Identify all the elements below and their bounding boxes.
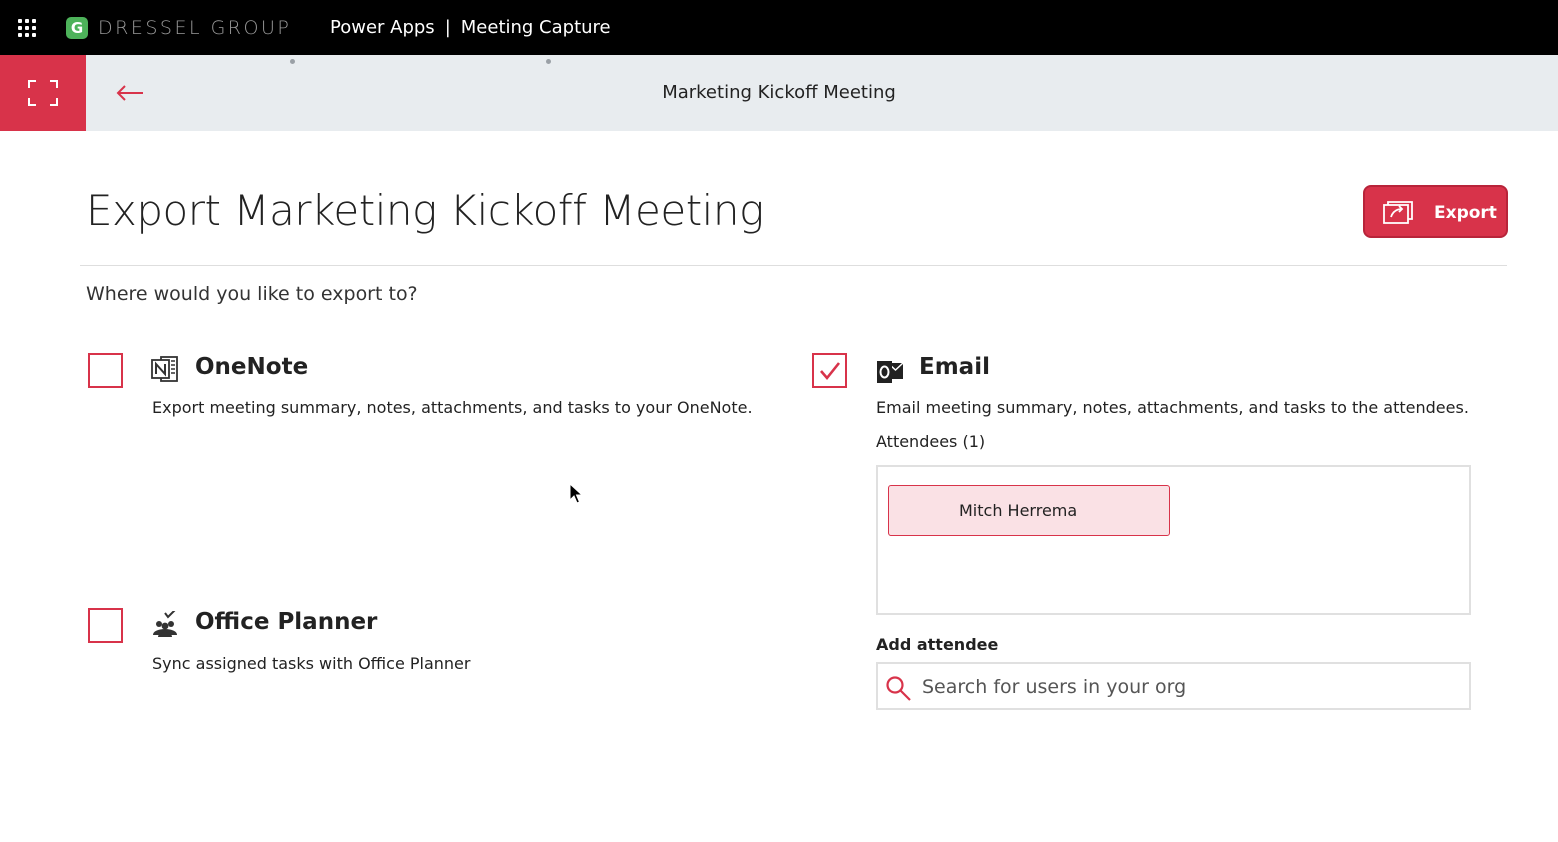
attendees-label: Attendees (1) bbox=[876, 432, 986, 451]
back-arrow-icon bbox=[116, 85, 143, 101]
export-question: Where would you like to export to? bbox=[86, 283, 418, 305]
attendee-search[interactable] bbox=[876, 662, 1471, 710]
outlook-icon bbox=[876, 357, 904, 385]
onenote-checkbox[interactable] bbox=[88, 353, 123, 388]
planner-title: Office Planner bbox=[195, 609, 378, 635]
planner-checkbox[interactable] bbox=[88, 608, 123, 643]
mouse-cursor-icon bbox=[569, 483, 583, 504]
back-button[interactable] bbox=[110, 75, 150, 111]
app-subtitle: Meeting Capture bbox=[460, 17, 611, 38]
meeting-title: Marketing Kickoff Meeting bbox=[662, 82, 896, 103]
title-separator: | bbox=[444, 17, 451, 38]
fullscreen-button[interactable] bbox=[0, 55, 86, 131]
onenote-description: Export meeting summary, notes, attachmen… bbox=[152, 398, 753, 417]
logo-mark-icon: G bbox=[66, 17, 88, 39]
header-dot bbox=[546, 59, 551, 64]
export-button[interactable]: Export bbox=[1363, 185, 1508, 238]
onenote-icon bbox=[151, 355, 179, 383]
app-title: Power Apps | Meeting Capture bbox=[330, 17, 611, 38]
export-button-label: Export bbox=[1434, 203, 1497, 223]
divider bbox=[80, 265, 1507, 266]
planner-description: Sync assigned tasks with Office Planner bbox=[152, 654, 471, 673]
screen-header: Marketing Kickoff Meeting bbox=[0, 55, 1558, 131]
company-logo: G DRESSEL GROUP bbox=[66, 17, 291, 39]
search-icon bbox=[886, 676, 911, 701]
search-input[interactable] bbox=[922, 672, 1462, 702]
attendees-list: Mitch Herrema bbox=[876, 465, 1471, 615]
planner-icon bbox=[151, 609, 179, 639]
header-dot bbox=[290, 59, 295, 64]
attendee-chip[interactable]: Mitch Herrema bbox=[888, 485, 1170, 536]
app-launcher-icon[interactable] bbox=[18, 19, 36, 37]
checkmark-icon bbox=[819, 361, 840, 380]
email-description: Email meeting summary, notes, attachment… bbox=[876, 398, 1469, 417]
brand-name: DRESSEL GROUP bbox=[98, 17, 292, 39]
fullscreen-icon bbox=[28, 80, 58, 106]
email-checkbox[interactable] bbox=[812, 353, 847, 388]
email-title: Email bbox=[919, 354, 990, 380]
app-name: Power Apps bbox=[330, 17, 435, 38]
page-title: Export Marketing Kickoff Meeting bbox=[86, 186, 764, 235]
onenote-title: OneNote bbox=[195, 354, 309, 380]
add-attendee-label: Add attendee bbox=[876, 635, 999, 654]
top-bar: G DRESSEL GROUP Power Apps | Meeting Captu… bbox=[0, 0, 1558, 55]
export-icon bbox=[1383, 201, 1413, 224]
